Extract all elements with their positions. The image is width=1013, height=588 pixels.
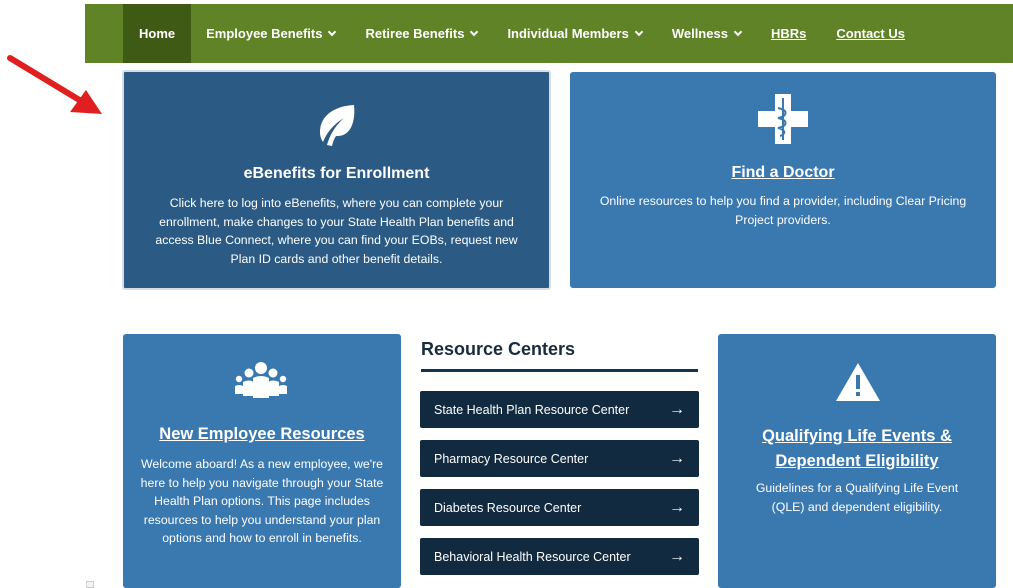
nav-wellness[interactable]: Wellness <box>657 4 756 63</box>
nav-individual-members[interactable]: Individual Members <box>492 4 656 63</box>
nav-contact-us[interactable]: Contact Us <box>821 4 920 63</box>
nav-home-label: Home <box>139 26 176 41</box>
chevron-down-icon <box>634 27 644 36</box>
ebenefits-description: Click here to log into eBenefits, where … <box>155 196 518 266</box>
nav-home[interactable]: Home <box>123 4 192 63</box>
resource-center-label: Pharmacy Resource Center <box>434 451 589 466</box>
people-group-icon <box>235 362 287 398</box>
pharmacy-resource-center-button[interactable]: Pharmacy Resource Center → <box>420 440 699 477</box>
ebenefits-card[interactable]: eBenefits for Enrollment Click here to l… <box>122 70 551 290</box>
nav-wellness-label: Wellness <box>671 26 728 41</box>
find-doctor-description: Online resources to help you find a prov… <box>599 194 967 227</box>
nav-employee-benefits[interactable]: Employee Benefits <box>191 4 350 63</box>
new-employee-description: Welcome aboard! As a new employee, we're… <box>140 457 384 545</box>
arrow-right-icon: → <box>669 449 685 467</box>
chevron-down-icon <box>733 27 743 36</box>
qualifying-life-events-card[interactable]: Qualifying Life Events & Dependent Eligi… <box>718 334 996 588</box>
chevron-down-icon <box>470 27 479 36</box>
leaf-icon <box>320 105 355 146</box>
nav-contact-us-label: Contact Us <box>836 26 905 41</box>
qle-title[interactable]: Qualifying Life Events & Dependent Eligi… <box>728 424 986 474</box>
nav-retiree-benefits-label: Retiree Benefits <box>365 26 465 41</box>
diabetes-resource-center-button[interactable]: Diabetes Resource Center → <box>420 489 699 526</box>
nav-individual-members-label: Individual Members <box>507 26 629 41</box>
new-employee-title[interactable]: New Employee Resources <box>123 425 401 444</box>
qle-description: Guidelines for a Qualifying Life Event (… <box>755 481 959 514</box>
arrow-right-icon: → <box>669 547 685 565</box>
nav-hbrs[interactable]: HBRs <box>756 4 821 63</box>
nav-retiree-benefits[interactable]: Retiree Benefits <box>350 4 492 63</box>
resource-centers-divider <box>421 369 698 372</box>
nav-hbrs-label: HBRs <box>770 26 807 41</box>
resource-center-label: Diabetes Resource Center <box>434 500 582 515</box>
resource-centers-heading: Resource Centers <box>421 339 576 359</box>
medical-cross-icon <box>758 94 808 144</box>
chevron-down-icon <box>328 27 337 36</box>
scroll-indicator <box>86 581 94 588</box>
resource-center-label: State Health Plan Resource Center <box>434 402 630 417</box>
find-doctor-title[interactable]: Find a Doctor <box>570 164 996 182</box>
main-nav: Home Employee Benefits Retiree Benefits … <box>85 4 1013 63</box>
find-doctor-card[interactable]: Find a Doctor Online resources to help y… <box>570 72 996 288</box>
resource-center-label: Behavioral Health Resource Center <box>434 549 631 564</box>
ebenefits-title: eBenefits for Enrollment <box>243 165 430 182</box>
new-employee-card[interactable]: New Employee Resources Welcome aboard! A… <box>123 334 401 588</box>
arrow-right-icon: → <box>669 400 685 418</box>
behavioral-health-resource-center-button[interactable]: Behavioral Health Resource Center → <box>420 538 699 575</box>
arrow-right-icon: → <box>669 498 685 516</box>
nav-employee-benefits-label: Employee Benefits <box>206 26 323 41</box>
warning-triangle-icon <box>836 363 880 401</box>
state-health-plan-resource-center-button[interactable]: State Health Plan Resource Center → <box>420 391 699 428</box>
